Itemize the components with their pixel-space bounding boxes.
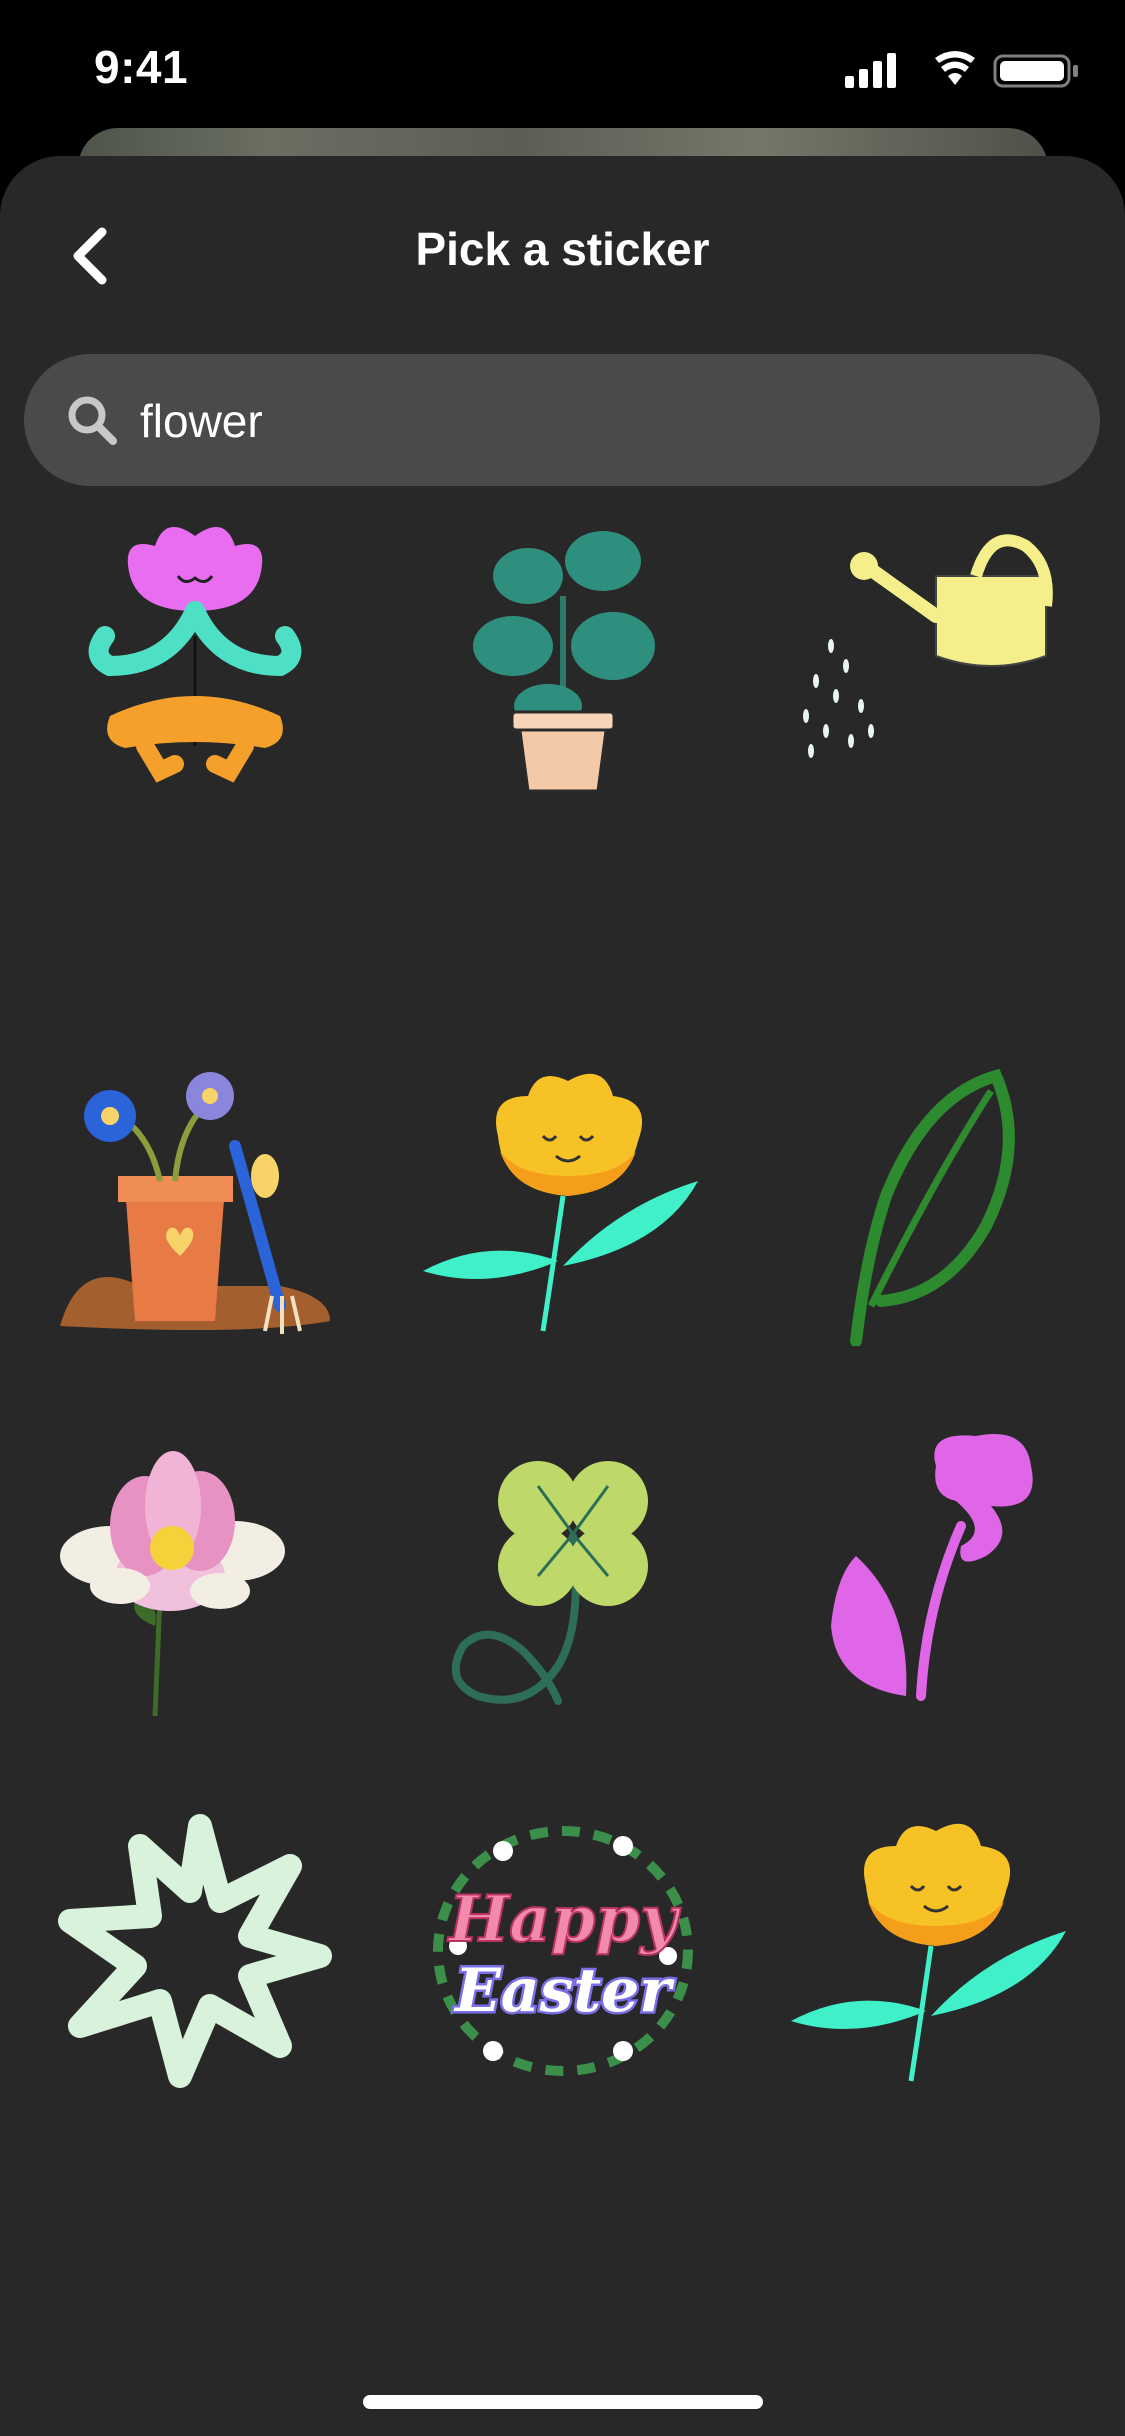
sticker-item[interactable] (50, 1426, 340, 1716)
sticker-item[interactable] (50, 1806, 340, 2096)
happy-easter-text-line1: Happy (447, 1882, 681, 1957)
potted-monstera-sticker (473, 531, 655, 793)
search-icon (68, 396, 117, 445)
happy-easter-text-line2: Easter (453, 1956, 675, 2026)
pink-brush-flower-sticker (831, 1434, 1033, 1701)
sticker-item[interactable] (786, 1426, 1076, 1716)
happy-easter-sticker: Happy Easter (433, 1826, 693, 2076)
sticker-item[interactable] (786, 516, 1076, 806)
water-lily-sticker (60, 1451, 285, 1716)
battery-icon (993, 54, 1078, 88)
screen: 9:41 Pick a sticker flower Happy Easter (0, 0, 1125, 2436)
yellow-smiling-flower-sticker-2 (791, 1823, 1066, 2082)
sticker-item[interactable] (50, 1056, 340, 1346)
page-title: Pick a sticker (415, 223, 710, 275)
flower-pot-garden-sticker (60, 1072, 330, 1334)
status-icons (845, 50, 1085, 90)
sticker-item[interactable] (50, 516, 340, 806)
yellow-smiling-flower-sticker (423, 1073, 698, 1332)
status-bar: 9:41 (0, 0, 1125, 140)
mint-star-outline-sticker (58, 1814, 332, 2088)
sticker-item[interactable] (418, 516, 708, 806)
sticker-item[interactable] (418, 1426, 708, 1716)
home-indicator[interactable] (363, 2395, 763, 2409)
sticker-item[interactable] (418, 1056, 708, 1346)
search-bar[interactable] (24, 354, 1100, 488)
sticker-picker-sheet: Pick a sticker flower Happy Easter (0, 156, 1125, 2436)
signal-icon (845, 53, 896, 88)
meditating-flower-sticker (88, 527, 302, 783)
search-input[interactable] (138, 354, 1042, 488)
sticker-item[interactable] (786, 1806, 1076, 2096)
four-leaf-clover-sticker (451, 1461, 648, 1705)
sticker-item[interactable]: Happy Easter (418, 1806, 708, 2096)
sticker-item[interactable] (786, 1056, 1076, 1346)
watering-can-sticker (803, 534, 1053, 758)
status-time: 9:41 (94, 41, 189, 93)
wifi-icon (935, 51, 975, 85)
green-leaf-sticker (850, 1068, 1015, 1346)
